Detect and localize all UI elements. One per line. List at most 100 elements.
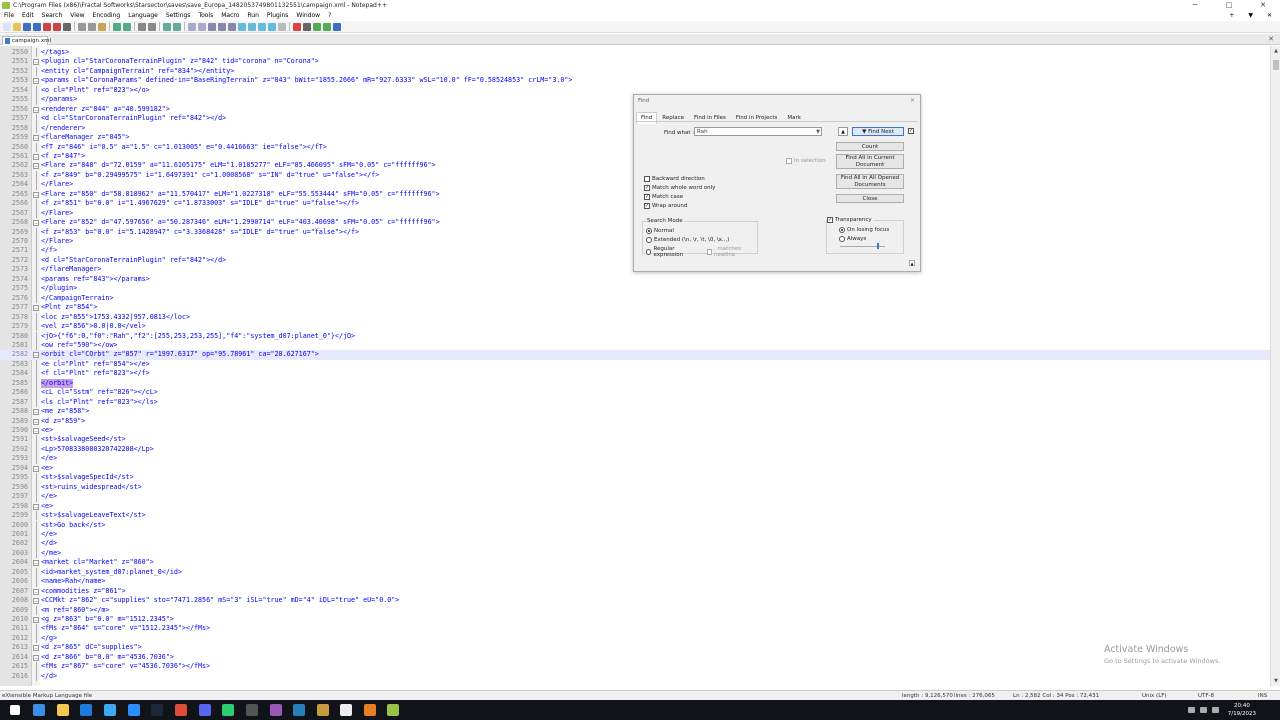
find-next-option-checkbox[interactable]: ✓: [908, 128, 914, 134]
fold-toggle-icon[interactable]: −: [33, 588, 39, 595]
taskbar-app-icon[interactable]: [246, 704, 258, 716]
start-icon[interactable]: [10, 705, 20, 715]
taskbar-app-icon[interactable]: [222, 704, 234, 716]
code-line[interactable]: 2575 </plugin>: [0, 284, 1270, 294]
save-all-icon[interactable]: [33, 22, 41, 31]
tab-campaign-xml[interactable]: campaign.xml: [2, 36, 51, 45]
vertical-scrollbar[interactable]: ▲ ▼: [1270, 46, 1280, 686]
transparency-option[interactable]: ✓ Transparency: [827, 217, 874, 223]
code-line[interactable]: 2574 <params ref="843"></params>: [0, 274, 1270, 285]
close-button[interactable]: Close: [836, 194, 904, 203]
count-button[interactable]: Count: [836, 142, 904, 151]
code-line[interactable]: 2553− <params cl="CoronaParams" defined-i…: [0, 76, 1270, 85]
undo-icon[interactable]: [113, 22, 121, 31]
fold-toggle-icon[interactable]: −: [33, 428, 39, 435]
code-line[interactable]: 2605 <id>market_system_d07:planet_0</id>: [0, 567, 1270, 578]
show-all-chars-icon[interactable]: [218, 22, 226, 31]
taskbar-app-icon[interactable]: [128, 704, 140, 716]
taskbar-app-icon[interactable]: [57, 704, 69, 716]
fold-toggle-icon[interactable]: −: [33, 305, 39, 312]
new-file-icon[interactable]: [3, 22, 11, 31]
code-line[interactable]: 2608− <CCMkt z="862" c="supplies" sto="74…: [0, 596, 1270, 605]
taskbar-app-icon[interactable]: [33, 704, 45, 716]
minimize-button[interactable]: ─: [1178, 0, 1212, 11]
on-losing-focus-option[interactable]: On losing focus: [839, 227, 889, 233]
taskbar-app-icon[interactable]: [199, 704, 211, 716]
scroll-up-icon[interactable]: ▲: [1271, 46, 1280, 56]
save-macro-icon[interactable]: [333, 22, 341, 31]
stop-macro-icon[interactable]: [303, 22, 311, 31]
fold-toggle-icon[interactable]: −: [33, 220, 39, 227]
code-line[interactable]: 2596 <st>ruins_widespread</st>: [0, 482, 1270, 493]
dialog-collapse-icon[interactable]: ▲: [909, 260, 915, 266]
code-line[interactable]: 2591 <st>$salvageSeed</st>: [0, 435, 1270, 445]
cut-icon[interactable]: [78, 22, 86, 31]
language-icon[interactable]: [238, 22, 246, 31]
fold-toggle-icon[interactable]: −: [33, 191, 39, 198]
mode-normal-option[interactable]: Normal: [646, 228, 674, 234]
match-whole-word-option[interactable]: ✓ Match whole word only: [644, 185, 715, 191]
sync-vertical-icon[interactable]: [188, 22, 196, 31]
mode-extended-radio[interactable]: [646, 237, 652, 243]
code-line[interactable]: 2588− <me z="858">: [0, 407, 1270, 416]
in-selection-option[interactable]: In selection: [786, 158, 826, 164]
find-next-button[interactable]: ▼ Find Next: [852, 127, 904, 136]
scroll-down-icon[interactable]: ▼: [1271, 676, 1280, 686]
find-all-current-button[interactable]: Find All in Current Document: [836, 154, 904, 169]
fold-toggle-icon[interactable]: −: [33, 645, 39, 652]
code-line[interactable]: 2609 <m ref="860"></m>: [0, 605, 1270, 615]
taskbar-app-icon[interactable]: [364, 704, 376, 716]
chevron-down-icon[interactable]: ▼: [816, 128, 820, 136]
volume-icon[interactable]: [1212, 707, 1219, 713]
wrap-around-checkbox[interactable]: ✓: [644, 203, 650, 209]
zoom-in-icon[interactable]: [163, 22, 171, 31]
sync-horizontal-icon[interactable]: [198, 22, 206, 31]
menu-settings[interactable]: Settings: [162, 11, 195, 21]
taskbar-app-icon[interactable]: [340, 704, 352, 716]
backward-direction-checkbox[interactable]: [644, 176, 650, 182]
indent-guide-icon[interactable]: [228, 22, 236, 31]
fold-toggle-icon[interactable]: −: [33, 135, 39, 142]
code-line[interactable]: 2598− <e>: [0, 502, 1270, 511]
menu-macro[interactable]: Macro: [217, 11, 243, 21]
transparency-checkbox[interactable]: ✓: [827, 217, 833, 223]
paste-icon[interactable]: [98, 22, 106, 31]
code-line[interactable]: 2589− <d z="859">: [0, 417, 1270, 426]
close-file-icon[interactable]: [43, 22, 51, 31]
swap-direction-button[interactable]: ▲: [838, 127, 848, 136]
taskbar-app-icon[interactable]: [104, 704, 116, 716]
code-line[interactable]: 2582− <orbit cl="COrbt" z="857" r="1997.6…: [0, 350, 1270, 360]
fold-toggle-icon[interactable]: −: [33, 153, 39, 160]
code-line[interactable]: 2611 <fMs z="864" s="core" v="1512.2345">…: [0, 624, 1270, 634]
match-case-option[interactable]: ✓ Match case: [644, 194, 683, 200]
code-line[interactable]: 2585 </orbit>: [0, 378, 1270, 389]
mode-regex-option[interactable]: Regular expression . matches newline: [646, 246, 757, 258]
network-icon[interactable]: [1200, 707, 1207, 713]
play-macro-icon[interactable]: [313, 22, 321, 31]
scroll-thumb[interactable]: [1273, 60, 1279, 70]
monitoring-icon[interactable]: [278, 22, 286, 31]
fold-toggle-icon[interactable]: −: [33, 352, 39, 359]
code-line[interactable]: 2601 </e>: [0, 529, 1270, 540]
code-line[interactable]: 2581 <ow ref="590"></ow>: [0, 340, 1270, 351]
fold-toggle-icon[interactable]: −: [33, 598, 39, 605]
fold-toggle-icon[interactable]: −: [33, 78, 39, 85]
taskbar-app-icon[interactable]: [270, 704, 282, 716]
word-wrap-icon[interactable]: [208, 22, 216, 31]
save-icon[interactable]: [23, 22, 31, 31]
find-icon[interactable]: [138, 22, 146, 31]
code-line[interactable]: 2587 <ls cl="Plnt" ref="823"></ls>: [0, 397, 1270, 408]
mode-regex-radio[interactable]: [646, 249, 652, 255]
folder-workspace-icon[interactable]: [268, 22, 276, 31]
code-line[interactable]: 2607− <commodities z="861">: [0, 587, 1270, 596]
on-losing-focus-radio[interactable]: [839, 227, 845, 233]
code-line[interactable]: 2583 <e cl="Plnt" ref="854"></e>: [0, 359, 1270, 370]
transparency-slider-knob[interactable]: [877, 243, 879, 249]
code-line[interactable]: 2552 <entity cl="CampaignTerrain" ref="83…: [0, 66, 1270, 77]
code-line[interactable]: 2599 <st>$salvageLeaveText</st>: [0, 511, 1270, 521]
find-what-input[interactable]: Rah ▼: [694, 127, 822, 136]
code-line[interactable]: 2576 </CampaignTerrain>: [0, 293, 1270, 304]
zoom-out-icon[interactable]: [173, 22, 181, 31]
find-all-opened-button[interactable]: Find All in All Opened Documents: [836, 174, 904, 189]
run-macro-multiple-icon[interactable]: [323, 22, 331, 31]
